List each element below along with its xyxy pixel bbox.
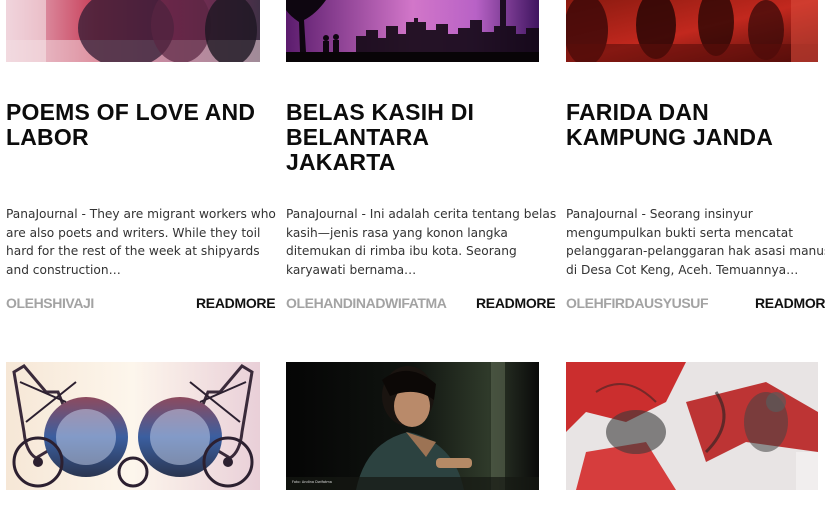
article-2-title-line-1: BELAS KASIH DI — [286, 99, 475, 125]
article-5-thumbnail[interactable]: Foto: Andina Dwifatma — [286, 362, 539, 490]
article-4-thumbnail[interactable] — [6, 362, 260, 490]
article-2-thumbnail[interactable] — [286, 0, 539, 62]
excerpt-line: di Desa Cot Keng, Aceh. Temuannya… — [566, 263, 799, 278]
article-3-title-line-1: FARIDA DAN — [566, 99, 709, 125]
article-1-title[interactable]: POEMS OF LOVE AND LABOR — [6, 100, 261, 150]
article-2-title-line-2: BELANTARA JAKARTA — [286, 124, 429, 175]
excerpt-line: PanaJournal - They are migrant workers w… — [6, 207, 276, 221]
article-6-thumbnail[interactable] — [566, 362, 818, 490]
article-2-author[interactable]: OLEHANDINADWIFATMA — [286, 295, 447, 311]
photo-caption: Foto: Andina Dwifatma — [292, 480, 332, 484]
article-1-title-line-2: LABOR — [6, 124, 89, 150]
excerpt-line: mengumpulkan bukti serta mencatat — [566, 225, 794, 240]
article-1-thumbnail[interactable] — [6, 0, 260, 62]
excerpt-line: pelanggaran-pelanggaran hak asasi manusi… — [566, 244, 825, 259]
article-3-thumbnail[interactable] — [566, 0, 818, 62]
excerpt-line: hard for the rest of the week at shipyar… — [6, 244, 260, 259]
article-2-title[interactable]: BELAS KASIH DI BELANTARA JAKARTA — [286, 100, 541, 175]
article-3-title-line-2: KAMPUNG JANDA — [566, 124, 774, 150]
article-1-author[interactable]: OLEHSHIVAJI — [6, 295, 94, 311]
article-3-readmore-link[interactable]: READMORE — [755, 295, 825, 311]
excerpt-line: are also poets and writers. While they t… — [6, 225, 261, 240]
article-1-readmore-link[interactable]: READMORE — [196, 295, 276, 311]
article-3-excerpt: PanaJournal - Seorang insinyur mengumpul… — [566, 205, 825, 280]
excerpt-line: kasih—jenis rasa yang konon langka — [286, 225, 508, 240]
excerpt-line: PanaJournal - Ini adalah cerita tentang … — [286, 207, 557, 221]
article-1-title-line-1: POEMS OF LOVE AND — [6, 99, 256, 125]
article-grid: POEMS OF LOVE AND LABOR PanaJournal - Th… — [0, 0, 825, 510]
excerpt-line: karyawati bernama… — [286, 263, 417, 278]
excerpt-line: and construction… — [6, 263, 121, 278]
excerpt-line: PanaJournal - Seorang insinyur — [566, 207, 753, 221]
article-3-title[interactable]: FARIDA DAN KAMPUNG JANDA — [566, 100, 821, 150]
article-1-excerpt: PanaJournal - They are migrant workers w… — [6, 205, 276, 280]
article-2-readmore-link[interactable]: READMORE — [476, 295, 556, 311]
article-2-excerpt: PanaJournal - Ini adalah cerita tentang … — [286, 205, 557, 280]
excerpt-line: ditemukan di rimba ibu kota. Seorang — [286, 244, 517, 259]
article-3-author[interactable]: OLEHFIRDAUSYUSUF — [566, 295, 709, 311]
